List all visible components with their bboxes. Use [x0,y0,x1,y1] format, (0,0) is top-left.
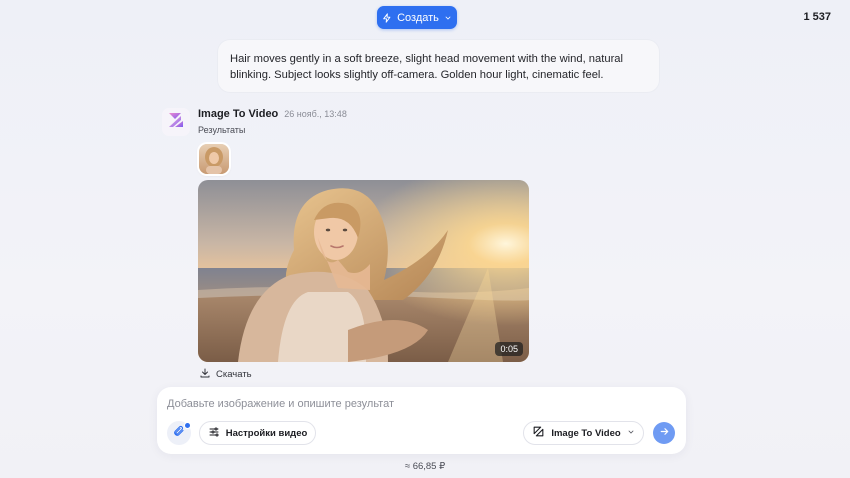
balance-counter: 1 537 [803,11,831,23]
create-button[interactable]: Создать [377,6,457,29]
download-label: Скачать [216,368,252,380]
paperclip-icon [173,424,185,442]
results-label: Результаты [198,125,246,135]
chevron-down-icon [444,14,452,22]
model-select-label: Image To Video [551,427,621,439]
user-prompt-bubble: Hair moves gently in a soft breeze, slig… [218,40,659,92]
prompt-input[interactable] [167,395,667,413]
model-select[interactable]: Image To Video [523,421,644,445]
video-duration-badge: 0:05 [495,342,523,356]
create-button-label: Создать [397,11,439,24]
arrow-right-icon [659,424,670,442]
model-logo-icon [532,425,545,441]
video-settings-label: Настройки видео [225,427,308,439]
send-button[interactable] [653,422,675,444]
generation-price: ≈ 66,85 ₽ [404,461,446,472]
source-image-thumbnail[interactable] [199,144,229,174]
model-logo-icon [166,110,186,135]
download-button[interactable]: Скачать [199,367,252,381]
model-avatar [162,108,190,136]
attach-button[interactable] [167,421,191,445]
download-icon [199,367,211,382]
result-video[interactable]: 0:05 [198,180,529,362]
message-title: Image To Video [198,108,279,120]
message-header: Image To Video 26 нояб., 13:48 [198,108,347,122]
video-settings-button[interactable]: Настройки видео [199,421,316,445]
top-bar: Создать 1 537 [0,0,850,36]
composer: Настройки видео Image To Video [157,387,686,454]
chevron-down-icon [627,428,635,439]
attach-indicator-dot [185,423,190,428]
sparkle-icon [382,12,392,23]
sliders-icon [208,426,220,441]
message-timestamp: 26 нояб., 13:48 [284,109,347,119]
